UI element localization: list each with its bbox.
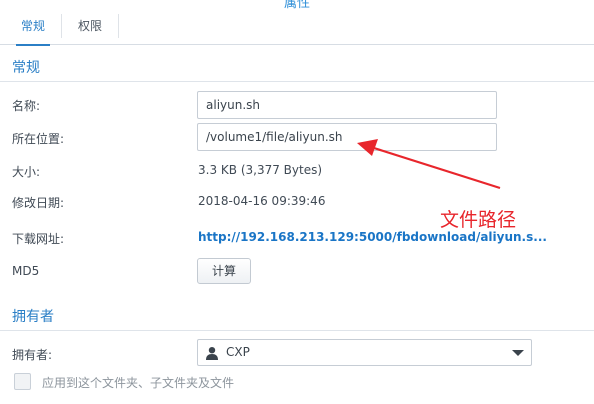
owner-select-value: CXP: [226, 345, 250, 359]
tab-bar: 常规 权限: [0, 8, 594, 46]
chevron-down-icon[interactable]: [512, 350, 524, 356]
download-label: 下载网址:: [12, 232, 65, 246]
section-owner-title: 拥有者: [0, 305, 594, 331]
download-url-link[interactable]: http://192.168.213.129:5000/fbdownload/a…: [198, 230, 547, 244]
owner-select[interactable]: CXP: [197, 339, 532, 366]
name-label: 名称:: [12, 99, 41, 113]
modified-value: 2018-04-16 09:39:46: [198, 194, 326, 208]
location-field[interactable]: [197, 123, 497, 151]
user-icon: [206, 347, 218, 360]
size-label: 大小:: [12, 165, 41, 179]
tab-general[interactable]: 常规: [8, 8, 58, 46]
name-field[interactable]: [197, 91, 497, 119]
size-value: 3.3 KB (3,377 Bytes): [198, 163, 323, 177]
location-label: 所在位置:: [12, 132, 65, 146]
apply-recursive-label: 应用到这个文件夹、子文件夹及文件: [42, 376, 235, 390]
tab-divider: [61, 14, 62, 38]
apply-recursive-checkbox[interactable]: [14, 373, 31, 390]
md5-label: MD5: [12, 264, 40, 278]
owner-label: 拥有者:: [12, 348, 53, 362]
compute-md5-button[interactable]: 计算: [197, 258, 251, 284]
tab-divider: [118, 14, 119, 38]
annotation-text: 文件路径: [440, 209, 517, 231]
modified-label: 修改日期:: [12, 196, 65, 210]
section-general-title: 常规: [0, 56, 594, 82]
tab-permissions[interactable]: 权限: [64, 8, 116, 45]
